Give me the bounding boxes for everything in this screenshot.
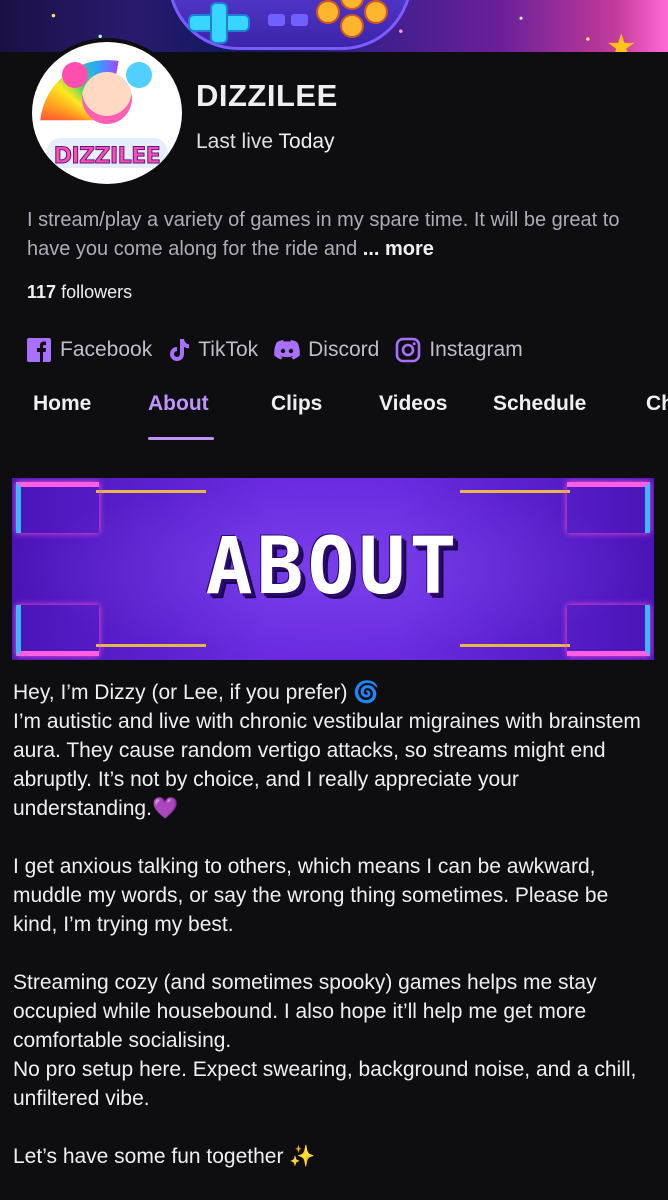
last-live-value: Today — [278, 130, 335, 153]
followers-number: 117 — [27, 282, 57, 302]
about-paragraph: I get anxious talking to others, which m… — [13, 855, 609, 936]
tiktok-icon — [168, 338, 190, 362]
gold-line-top-left — [96, 490, 206, 493]
social-links: Facebook TikTok Discord Instagram — [26, 334, 539, 366]
gold-line-bottom-left — [96, 644, 206, 647]
followers-count: 117 followers — [27, 282, 132, 303]
social-label-discord: Discord — [308, 338, 380, 361]
channel-avatar[interactable]: DIZZILEE — [32, 42, 182, 184]
facebook-icon — [26, 337, 52, 363]
bio-text: I stream/play a variety of games in my s… — [27, 209, 620, 260]
social-label-tiktok: TikTok — [198, 338, 259, 361]
social-link-tiktok[interactable]: TikTok — [168, 338, 258, 362]
social-link-facebook[interactable]: Facebook — [26, 337, 152, 363]
gold-line-bottom-right — [460, 644, 570, 647]
about-paragraph: No pro setup here. Expect swearing, back… — [13, 1058, 637, 1110]
last-live-label: Last live — [196, 130, 274, 153]
social-link-instagram[interactable]: Instagram — [395, 337, 523, 363]
gamepad-select-buttons — [268, 14, 308, 26]
tab-home[interactable]: Home — [33, 392, 91, 416]
gamepad-face-buttons — [318, 0, 388, 46]
frame-corner-bottom-right — [567, 605, 650, 656]
tab-clips[interactable]: Clips — [271, 392, 322, 416]
followers-label: followers — [61, 282, 133, 302]
gold-line-top-right — [460, 490, 570, 493]
dpad-icon — [190, 4, 248, 42]
about-panel-image: ABOUT — [12, 478, 654, 660]
instagram-icon — [395, 337, 421, 363]
social-link-discord[interactable]: Discord — [274, 338, 379, 362]
frame-corner-bottom-left — [16, 605, 99, 656]
channel-name: DIZZILEE — [196, 78, 338, 113]
last-live-status: Last live Today — [196, 130, 335, 154]
about-paragraph: Hey, I’m Dizzy (or Lee, if you prefer) 🌀 — [13, 681, 380, 704]
about-paragraph: Streaming cozy (and sometimes spooky) ga… — [13, 971, 597, 1052]
about-description: Hey, I’m Dizzy (or Lee, if you prefer) 🌀… — [13, 678, 658, 1171]
channel-tabs: Home About Clips Videos Schedule Ch — [0, 386, 668, 442]
active-tab-indicator — [148, 437, 214, 440]
about-panel-title: ABOUT — [205, 522, 461, 612]
star-icon: ★ — [606, 28, 637, 52]
about-paragraph: I’m autistic and live with chronic vesti… — [13, 710, 641, 820]
social-label-instagram: Instagram — [429, 338, 523, 361]
avatar-logo-text: DIZZILEE — [53, 144, 161, 170]
tab-videos[interactable]: Videos — [379, 392, 447, 416]
about-paragraph: Let’s have some fun together ✨ — [13, 1145, 316, 1168]
social-label-facebook: Facebook — [60, 338, 153, 361]
tab-schedule[interactable]: Schedule — [493, 392, 586, 416]
tab-about[interactable]: About — [148, 392, 209, 416]
channel-bio: I stream/play a variety of games in my s… — [27, 206, 647, 264]
discord-icon — [274, 339, 300, 361]
tab-chat[interactable]: Ch — [646, 392, 668, 416]
bio-more-link[interactable]: ... more — [363, 238, 434, 260]
